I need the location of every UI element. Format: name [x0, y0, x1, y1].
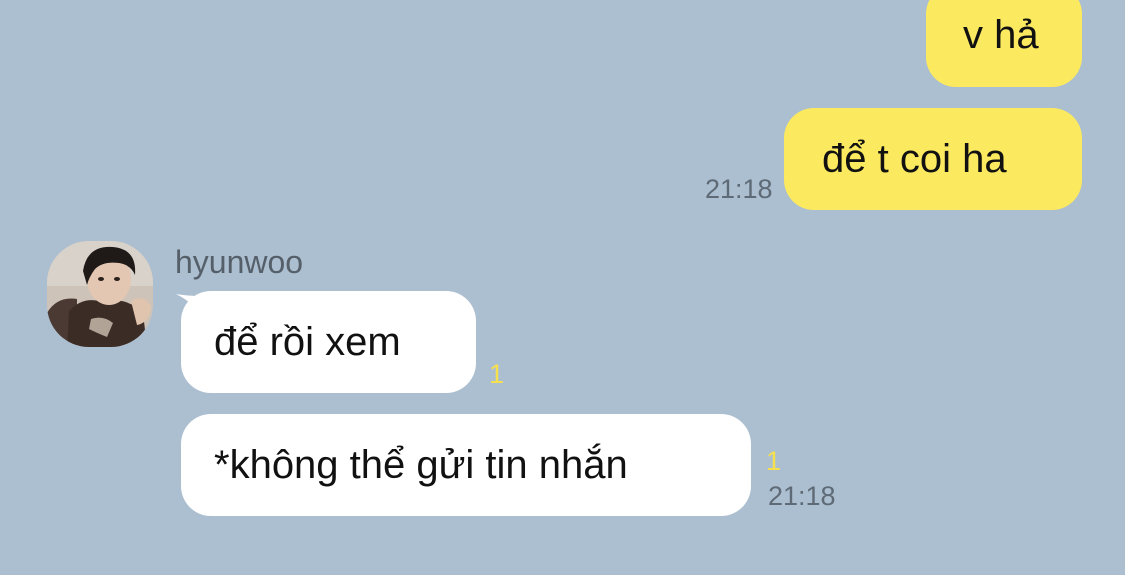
message-timestamp: 21:18 — [705, 174, 773, 204]
message-bubble-outgoing[interactable]: v hả — [926, 0, 1082, 87]
message-text: để t coi ha — [822, 136, 1007, 181]
sender-name: hyunwoo — [175, 244, 304, 280]
message-timestamp: 21:18 — [768, 481, 836, 511]
message-text: *không thể gửi tin nhắn — [214, 442, 628, 487]
message-text: v hả — [963, 13, 1039, 57]
message-bubble-incoming[interactable]: để rồi xem — [181, 291, 476, 393]
message-bubble-outgoing[interactable]: để t coi ha — [784, 108, 1082, 210]
message-text: để rồi xem — [214, 319, 401, 364]
avatar-photo-icon — [47, 241, 153, 347]
message-bubble-incoming[interactable]: *không thể gửi tin nhắn — [181, 414, 751, 516]
sender-avatar[interactable] — [47, 241, 153, 347]
unread-count: 1 — [489, 359, 505, 389]
unread-count: 1 — [766, 446, 782, 476]
